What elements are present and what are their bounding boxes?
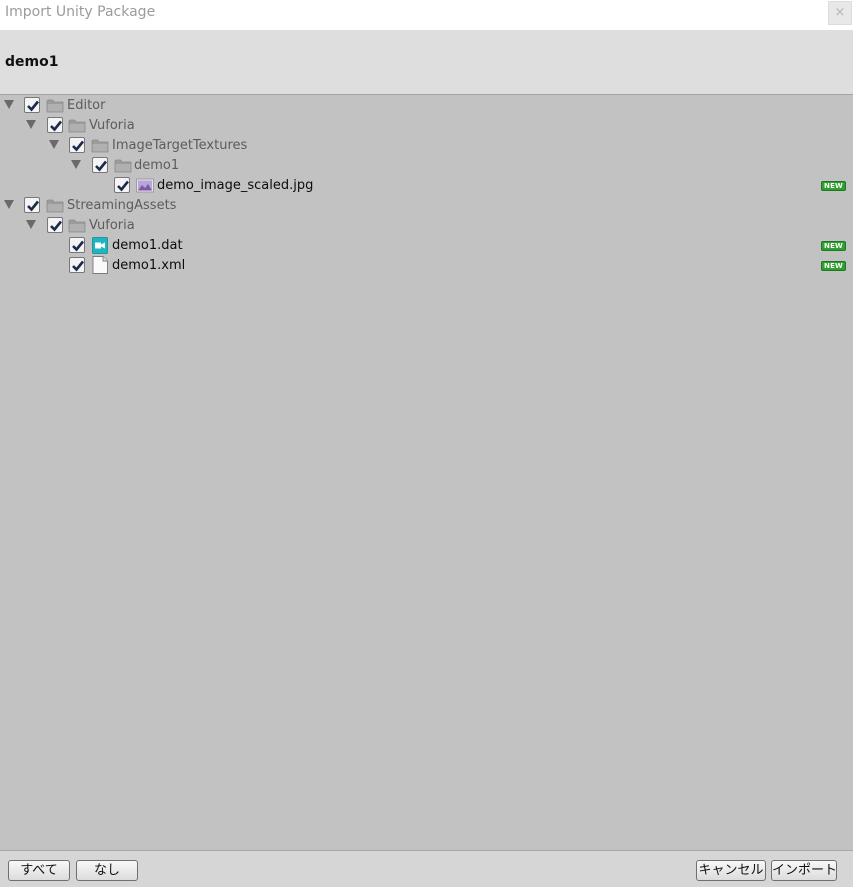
new-badge: NEW [821,181,846,191]
expand-arrow-icon[interactable] [71,160,81,169]
tree-row-editor[interactable]: Editor [0,96,853,116]
folder-icon [68,218,86,233]
tree-row-demo1-dat[interactable]: demo1.dat NEW [0,236,853,256]
tree-item-label: demo1.xml [112,258,186,273]
tree-row-streamingassets[interactable]: StreamingAssets [0,196,853,216]
tree-row-demo-image[interactable]: demo_image_scaled.jpg NEW [0,176,853,196]
package-name: demo1 [5,54,59,70]
tree-item-label: ImageTargetTextures [112,138,248,153]
asset-checkbox[interactable] [69,237,85,253]
tree-item-label: demo1 [134,158,180,173]
window-title: Import Unity Package [5,4,156,20]
checkmark-icon [50,120,63,132]
checkmark-icon [72,140,85,152]
tree-row-demo1-folder[interactable]: demo1 [0,156,853,176]
checkmark-icon [72,240,85,252]
select-all-button[interactable]: すべて [8,860,70,881]
checkmark-icon [72,260,85,272]
checkmark-icon [50,220,63,232]
tree-item-label: Vuforia [89,118,135,133]
expand-arrow-icon[interactable] [4,200,14,209]
checkmark-icon [27,200,40,212]
tree-item-label: Vuforia [89,218,135,233]
new-badge: NEW [821,241,846,251]
expand-arrow-icon[interactable] [4,100,14,109]
tree-item-label: Editor [67,98,106,113]
asset-checkbox[interactable] [47,117,63,133]
asset-checkbox[interactable] [24,97,40,113]
tree-item-label: demo_image_scaled.jpg [157,178,314,193]
folder-icon [68,118,86,133]
folder-icon [46,198,64,213]
image-file-icon [136,178,154,193]
tree-row-vuforia[interactable]: Vuforia [0,116,853,136]
checkmark-icon [27,100,40,112]
expand-arrow-icon[interactable] [49,140,59,149]
tree-item-label: StreamingAssets [67,198,177,213]
new-badge: NEW [821,261,846,271]
asset-tree: Editor Vuforia ImageTargetTextures demo1 [0,95,853,850]
folder-icon [46,98,64,113]
dialog-footer: すべて なし キャンセル インポート [0,850,853,887]
asset-checkbox[interactable] [114,177,130,193]
package-header: demo1 [0,30,853,95]
tree-item-label: demo1.dat [112,238,183,253]
asset-checkbox[interactable] [69,137,85,153]
asset-checkbox[interactable] [24,197,40,213]
cancel-button[interactable]: キャンセル [696,860,766,881]
import-button[interactable]: インポート [771,860,837,881]
tree-row-demo1-xml[interactable]: demo1.xml NEW [0,256,853,276]
select-none-button[interactable]: なし [76,860,138,881]
tree-row-vuforia-streaming[interactable]: Vuforia [0,216,853,236]
title-bar: Import Unity Package × [0,0,853,30]
checkmark-icon [95,160,108,172]
dat-file-icon [92,237,108,254]
asset-checkbox[interactable] [92,157,108,173]
folder-icon [91,138,109,153]
expand-arrow-icon[interactable] [26,120,36,129]
tree-row-imagetargettextures[interactable]: ImageTargetTextures [0,136,853,156]
text-file-icon [92,256,108,274]
folder-icon [114,158,132,173]
expand-arrow-icon[interactable] [26,220,36,229]
asset-checkbox[interactable] [69,257,85,273]
asset-checkbox[interactable] [47,217,63,233]
close-button[interactable]: × [828,1,852,25]
checkmark-icon [117,180,130,192]
